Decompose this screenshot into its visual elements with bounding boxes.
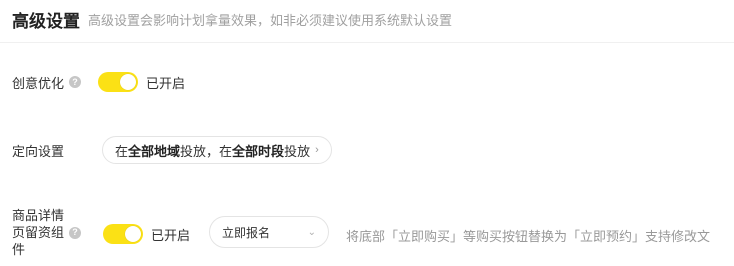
creative-optimization-label: 创意优化 ?: [12, 73, 82, 92]
targeting-selector[interactable]: 在 全部地域 投放，在 全部时段 投放 ›: [102, 136, 332, 164]
help-icon[interactable]: ?: [69, 226, 82, 239]
targeting-row: 定向设置 在 全部地域 投放，在 全部时段 投放 ›: [12, 136, 332, 164]
targeting-text-1: 在: [115, 143, 129, 159]
select-value: 立即报名: [222, 225, 271, 240]
product-detail-toggle[interactable]: [103, 224, 143, 244]
creative-optimization-status: 已开启: [146, 75, 186, 91]
targeting-text-3: 投放: [284, 143, 311, 159]
chevron-right-icon: ›: [315, 144, 319, 156]
targeting-time: 全部时段: [232, 143, 285, 159]
action-button-select[interactable]: 立即报名 ⌄: [209, 216, 329, 248]
chevron-down-icon: ⌄: [307, 226, 316, 238]
creative-optimization-toggle[interactable]: [98, 72, 139, 92]
targeting-region: 全部地域: [128, 143, 181, 159]
creative-optimization-row: 创意优化 ? 已开启: [12, 72, 185, 92]
section-subtitle: 高级设置会影响计划拿量效果，如非必须建议使用系统默认设置: [88, 12, 453, 28]
product-detail-status: 已开启: [151, 227, 191, 243]
section-header: 高级设置 高级设置会影响计划拿量效果，如非必须建议使用系统默认设置: [12, 0, 734, 38]
targeting-label: 定向设置: [12, 143, 65, 159]
product-detail-label: 商品详情 页留资组 ? 件: [12, 207, 82, 258]
toggle-knob: [125, 226, 141, 242]
header-divider: [0, 42, 734, 43]
product-detail-toggle-row: 已开启: [103, 224, 190, 244]
toggle-knob: [120, 74, 137, 90]
section-title: 高级设置: [12, 11, 80, 31]
help-icon[interactable]: ?: [69, 76, 82, 88]
product-detail-note: 将底部「立即购买」等购买按钮替换为「立即预约」支持修改文: [346, 229, 711, 244]
targeting-text-2: 投放，在: [180, 143, 233, 159]
